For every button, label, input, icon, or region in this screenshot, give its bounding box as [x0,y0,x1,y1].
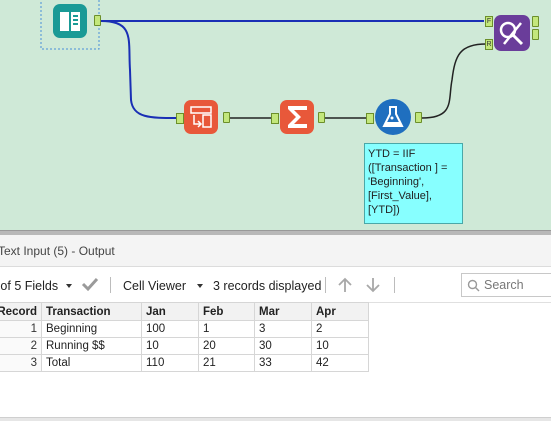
sigma-icon [288,106,307,128]
join-output-anchor[interactable] [532,16,539,27]
summarize-tool[interactable] [280,100,314,134]
table-cell[interactable]: 10 [311,337,369,355]
column-header[interactable]: Feb [198,302,255,321]
join-right-anchor[interactable]: R [485,39,493,50]
record-number: 2 [0,337,42,355]
cell-viewer-selector[interactable]: Cell Viewer [123,279,186,293]
table-header-row: Record Transaction Jan Feb Mar Apr [0,302,369,321]
table-cell[interactable]: 3 [254,320,312,338]
summarize-output-anchor[interactable] [318,112,325,123]
table-cell[interactable]: 33 [254,354,312,372]
join-output-anchor-2[interactable] [532,29,539,40]
connection-formula-to-join [421,43,487,119]
search-placeholder: Search [484,278,524,292]
toolbar-divider [110,277,111,293]
book-icon [60,12,80,31]
arrow-up-icon[interactable] [336,276,354,297]
transpose-icon [190,106,212,128]
cell-viewer-dropdown-icon[interactable] [197,284,203,288]
table-cell[interactable]: 2 [311,320,369,338]
table-cell[interactable]: 20 [198,337,255,355]
table-row[interactable]: 2 Running $$ 10 20 30 10 [0,337,369,355]
table-cell[interactable]: 1 [198,320,255,338]
table-cell[interactable]: Running $$ [41,337,142,355]
fields-dropdown-icon[interactable] [66,284,72,288]
text-input-output-anchor[interactable] [94,15,101,26]
search-field[interactable]: Search [461,273,551,297]
summarize-input-anchor[interactable] [271,113,279,124]
search-icon [467,279,480,295]
table-cell[interactable]: 110 [141,354,199,372]
column-header[interactable]: Apr [311,302,369,321]
table-cell[interactable]: 100 [141,320,199,338]
records-count: 3 records displayed [213,279,322,293]
results-title: Text Input (5) - Output [0,244,115,258]
table-cell[interactable]: 30 [254,337,312,355]
formula-annotation: YTD = IIF ([Transaction ] = 'Beginning',… [364,143,463,224]
transpose-input-anchor[interactable] [176,113,184,124]
record-number: 3 [0,354,42,372]
text-input-tool[interactable] [53,4,87,38]
transpose-output-anchor[interactable] [223,112,230,123]
results-header: Text Input (5) - Output [0,235,551,267]
table-row[interactable]: 3 Total 110 21 33 42 [0,354,369,372]
check-icon[interactable] [81,276,99,295]
multirow-formula-tool[interactable] [375,99,411,135]
connection-input-to-transpose [100,20,178,119]
record-number: 1 [0,320,42,338]
table-cell[interactable]: 10 [141,337,199,355]
arrow-down-icon[interactable] [364,276,382,297]
fields-selector[interactable]: 1 of 5 Fields [0,279,58,293]
transpose-tool[interactable] [184,100,218,134]
formula-input-anchor[interactable] [366,113,374,124]
column-header[interactable]: Transaction [41,302,142,321]
bottom-scrollbar[interactable] [0,417,551,421]
workflow-canvas[interactable]: F R YTD = IIF ([Transaction ] = 'Beginni… [0,0,551,230]
column-header[interactable]: Record [0,302,42,321]
toolbar-divider [394,277,395,293]
column-header[interactable]: Mar [254,302,312,321]
table-cell[interactable]: Total [41,354,142,372]
table-row[interactable]: 1 Beginning 100 1 3 2 [0,320,369,338]
results-table: Record Transaction Jan Feb Mar Apr 1 Beg… [0,302,369,372]
table-cell[interactable]: 42 [311,354,369,372]
table-cell[interactable]: Beginning [41,320,142,338]
toolbar-divider [325,277,326,293]
join-icon [499,21,524,46]
flask-icon [382,106,404,127]
column-header[interactable]: Jan [141,302,199,321]
join-tool[interactable] [494,15,530,51]
formula-output-anchor[interactable] [415,112,422,123]
table-cell[interactable]: 21 [198,354,255,372]
join-left-anchor[interactable]: F [485,16,493,27]
